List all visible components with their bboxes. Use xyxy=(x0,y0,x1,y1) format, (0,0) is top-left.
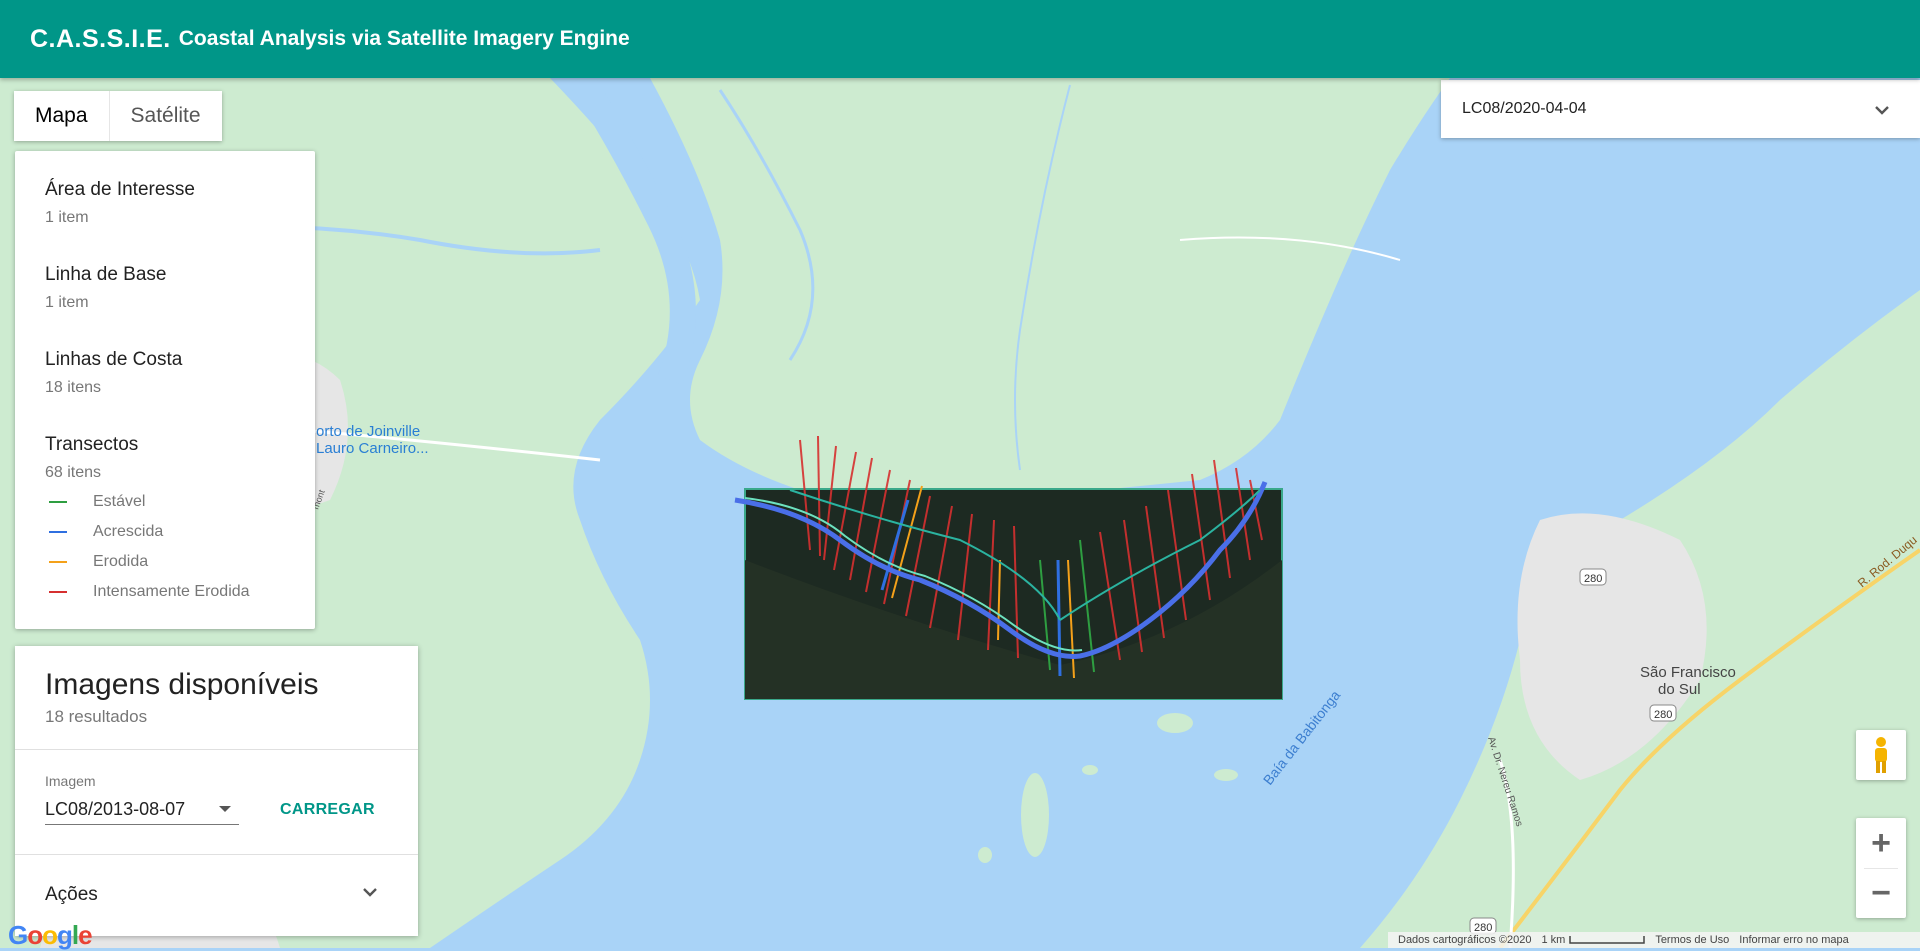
app-brand: C.A.S.S.I.E. xyxy=(30,24,171,53)
road-shield-280-a: 280 xyxy=(1584,573,1602,585)
map-label-city-2: do Sul xyxy=(1658,681,1701,698)
transect-legend: Estável Acrescida Erodida Intensamente E… xyxy=(49,487,250,607)
map-footer: Dados cartográficos ©2020 1 km Termos de… xyxy=(1388,932,1920,948)
date-select-value: LC08/2020-04-04 xyxy=(1462,100,1587,117)
image-field-label: Imagem xyxy=(45,773,96,789)
layer-title: Transectos xyxy=(45,434,139,455)
legend-swatch xyxy=(49,561,67,563)
dropdown-caret-icon xyxy=(219,806,231,812)
zoom-out-button[interactable]: − xyxy=(1856,868,1906,918)
zoom-control: + − xyxy=(1856,818,1906,918)
layer-baseline[interactable]: Linha de Base 1 item xyxy=(45,264,167,312)
google-logo[interactable]: Google xyxy=(8,920,93,951)
legend-item-accreted: Acrescida xyxy=(49,517,250,547)
scale-bar-icon xyxy=(1569,936,1646,944)
layer-title: Linha de Base xyxy=(45,264,167,285)
divider xyxy=(15,749,418,750)
logo-letter: o xyxy=(42,920,58,950)
legend-swatch xyxy=(49,501,67,503)
layer-area-of-interest[interactable]: Área de Interesse 1 item xyxy=(45,179,195,227)
layer-count: 18 itens xyxy=(45,379,102,396)
image-select[interactable]: LC08/2013-08-07 xyxy=(45,794,239,825)
legend-item-stable: Estável xyxy=(49,487,250,517)
map-label-city: São Francisco xyxy=(1640,664,1736,681)
image-select-value: LC08/2013-08-07 xyxy=(45,798,186,819)
layer-count: 1 item xyxy=(45,294,89,311)
app-subtitle: Coastal Analysis via Satellite Imagery E… xyxy=(178,27,630,50)
load-button[interactable]: CARREGAR xyxy=(280,801,375,819)
layers-panel: Área de Interesse 1 item Linha de Base 1… xyxy=(15,151,315,629)
map-type-map-button[interactable]: Mapa xyxy=(14,91,109,141)
legend-swatch xyxy=(49,531,67,533)
images-results-count: 18 resultados xyxy=(45,707,148,726)
map-label-airport-2: Lauro Carneiro... xyxy=(316,440,429,457)
legend-label: Intensamente Erodida xyxy=(93,583,250,600)
layer-count: 1 item xyxy=(45,209,89,226)
divider xyxy=(15,854,418,855)
legend-swatch xyxy=(49,591,67,593)
logo-letter: g xyxy=(57,920,73,950)
zoom-in-button[interactable]: + xyxy=(1856,818,1906,868)
legend-label: Estável xyxy=(93,493,146,510)
actions-expander[interactable]: Ações xyxy=(45,884,98,906)
map-type-control: Mapa Satélite xyxy=(14,91,222,141)
layer-title: Linhas de Costa xyxy=(45,349,183,370)
map-type-satellite-button[interactable]: Satélite xyxy=(108,91,222,141)
images-panel: Imagens disponíveis 18 resultados Imagem… xyxy=(15,646,418,936)
date-select[interactable]: LC08/2020-04-04 xyxy=(1441,80,1920,138)
road-shield-280-b: 280 xyxy=(1654,709,1672,721)
report-error-link[interactable]: Informar erro no mapa xyxy=(1739,934,1848,946)
terms-link[interactable]: Termos de Uso xyxy=(1655,934,1729,946)
legend-label: Erodida xyxy=(93,553,149,570)
map-data-attribution: Dados cartográficos ©2020 xyxy=(1398,934,1532,946)
images-panel-title: Imagens disponíveis xyxy=(45,668,319,701)
chevron-down-icon[interactable] xyxy=(360,882,380,902)
map-scale[interactable]: 1 km xyxy=(1541,934,1565,946)
legend-label: Acrescida xyxy=(93,523,164,540)
logo-letter: e xyxy=(78,920,93,950)
logo-letter: o xyxy=(27,920,43,950)
street-view-pegman[interactable] xyxy=(1856,730,1906,780)
layer-title: Área de Interesse xyxy=(45,179,195,200)
app-header: C.A.S.S.I.E. Coastal Analysis via Satell… xyxy=(0,0,1920,78)
chevron-down-icon xyxy=(1875,106,1889,115)
layer-count: 68 itens xyxy=(45,464,102,481)
logo-letter: G xyxy=(8,920,28,950)
layer-transects[interactable]: Transectos 68 itens xyxy=(45,434,138,482)
map-label-airport: orto de Joinville xyxy=(316,423,420,440)
legend-item-eroded: Erodida xyxy=(49,547,250,577)
legend-item-intensely-eroded: Intensamente Erodida xyxy=(49,577,250,607)
pegman-icon xyxy=(1875,737,1887,773)
layer-shorelines[interactable]: Linhas de Costa 18 itens xyxy=(45,349,182,397)
